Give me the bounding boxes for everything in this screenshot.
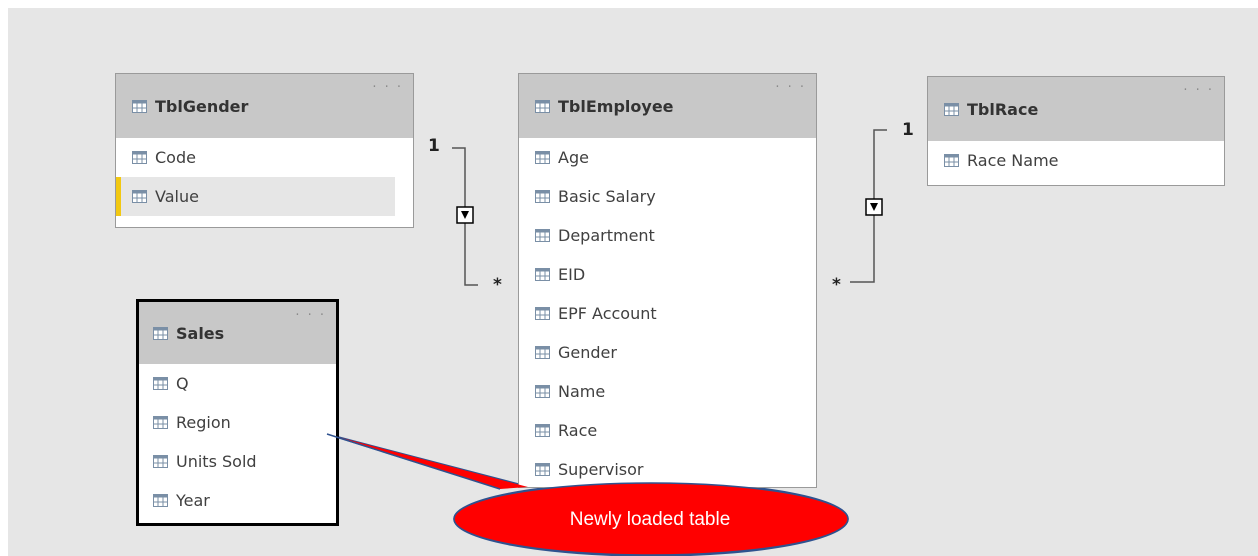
- table-title: TblRace: [967, 99, 1039, 119]
- field-row[interactable]: Race: [519, 411, 816, 450]
- field-icon: [132, 151, 147, 164]
- more-options-button[interactable]: · · ·: [295, 308, 326, 323]
- field-row[interactable]: Code: [116, 138, 413, 177]
- table-card-sales[interactable]: Sales · · · Q Region Units Sold Year: [136, 299, 339, 526]
- field-icon: [535, 346, 550, 359]
- field-icon: [535, 268, 550, 281]
- field-label: Region: [176, 413, 231, 432]
- table-card-tblrace[interactable]: TblRace · · · Race Name: [927, 76, 1225, 186]
- more-options-button[interactable]: · · ·: [775, 80, 806, 95]
- field-icon: [132, 190, 147, 203]
- more-options-button[interactable]: · · ·: [1183, 83, 1214, 98]
- field-label: Race Name: [967, 151, 1059, 170]
- table-title: TblGender: [155, 96, 249, 116]
- field-label: Supervisor: [558, 460, 644, 479]
- field-icon: [153, 416, 168, 429]
- field-label: Gender: [558, 343, 617, 362]
- more-options-button[interactable]: · · ·: [372, 80, 403, 95]
- table-icon: [944, 102, 959, 116]
- relationship-one-label: 1: [428, 136, 440, 156]
- field-label: Year: [176, 491, 210, 510]
- callout-pointer: [326, 433, 527, 489]
- table-header[interactable]: TblEmployee · · ·: [519, 74, 816, 138]
- field-label: Q: [176, 374, 189, 393]
- field-icon: [153, 455, 168, 468]
- field-row[interactable]: EID: [519, 255, 816, 294]
- field-row[interactable]: Units Sold: [139, 442, 336, 481]
- callout-text: Newly loaded table: [569, 509, 731, 530]
- field-label: Department: [558, 226, 655, 245]
- relationship-one-label: 1: [902, 120, 914, 140]
- table-header[interactable]: TblRace · · ·: [928, 77, 1224, 141]
- field-row[interactable]: EPF Account: [519, 294, 816, 333]
- field-icon: [944, 154, 959, 167]
- field-row[interactable]: Gender: [519, 333, 816, 372]
- field-icon: [535, 424, 550, 437]
- table-header[interactable]: Sales · · ·: [139, 302, 336, 364]
- field-row[interactable]: Race Name: [928, 141, 1224, 180]
- field-row[interactable]: Name: [519, 372, 816, 411]
- relationship-many-label: *: [493, 275, 502, 295]
- field-label: Age: [558, 148, 589, 167]
- field-label: EID: [558, 265, 586, 284]
- field-label: Race: [558, 421, 598, 440]
- field-icon: [535, 307, 550, 320]
- table-icon: [153, 326, 168, 340]
- field-label: Name: [558, 382, 606, 401]
- field-icon: [535, 463, 550, 476]
- relationship-many-label: *: [832, 275, 841, 295]
- field-row[interactable]: Basic Salary: [519, 177, 816, 216]
- table-card-tblgender[interactable]: TblGender · · · Code Value: [115, 73, 414, 228]
- field-label: EPF Account: [558, 304, 657, 323]
- table-icon: [132, 99, 147, 113]
- table-header[interactable]: TblGender · · ·: [116, 74, 413, 138]
- table-title: TblEmployee: [558, 96, 674, 116]
- field-icon: [153, 377, 168, 390]
- field-label: Code: [155, 148, 196, 167]
- field-row[interactable]: Age: [519, 138, 816, 177]
- field-icon: [153, 494, 168, 507]
- field-row[interactable]: Region: [139, 403, 336, 442]
- field-icon: [535, 151, 550, 164]
- field-label: Units Sold: [176, 452, 257, 471]
- field-row[interactable]: Q: [139, 364, 336, 403]
- field-label: Value: [155, 187, 199, 206]
- field-icon: [535, 229, 550, 242]
- field-icon: [535, 190, 550, 203]
- table-card-tblemployee[interactable]: TblEmployee · · · Age Basic Salary Depar…: [518, 73, 817, 488]
- table-icon: [535, 99, 550, 113]
- field-row[interactable]: Department: [519, 216, 816, 255]
- field-row[interactable]: Supervisor: [519, 450, 816, 487]
- field-row-selected[interactable]: Value: [116, 177, 395, 216]
- table-title: Sales: [176, 323, 225, 343]
- field-row[interactable]: Year: [139, 481, 336, 520]
- field-label: Basic Salary: [558, 187, 656, 206]
- field-icon: [535, 385, 550, 398]
